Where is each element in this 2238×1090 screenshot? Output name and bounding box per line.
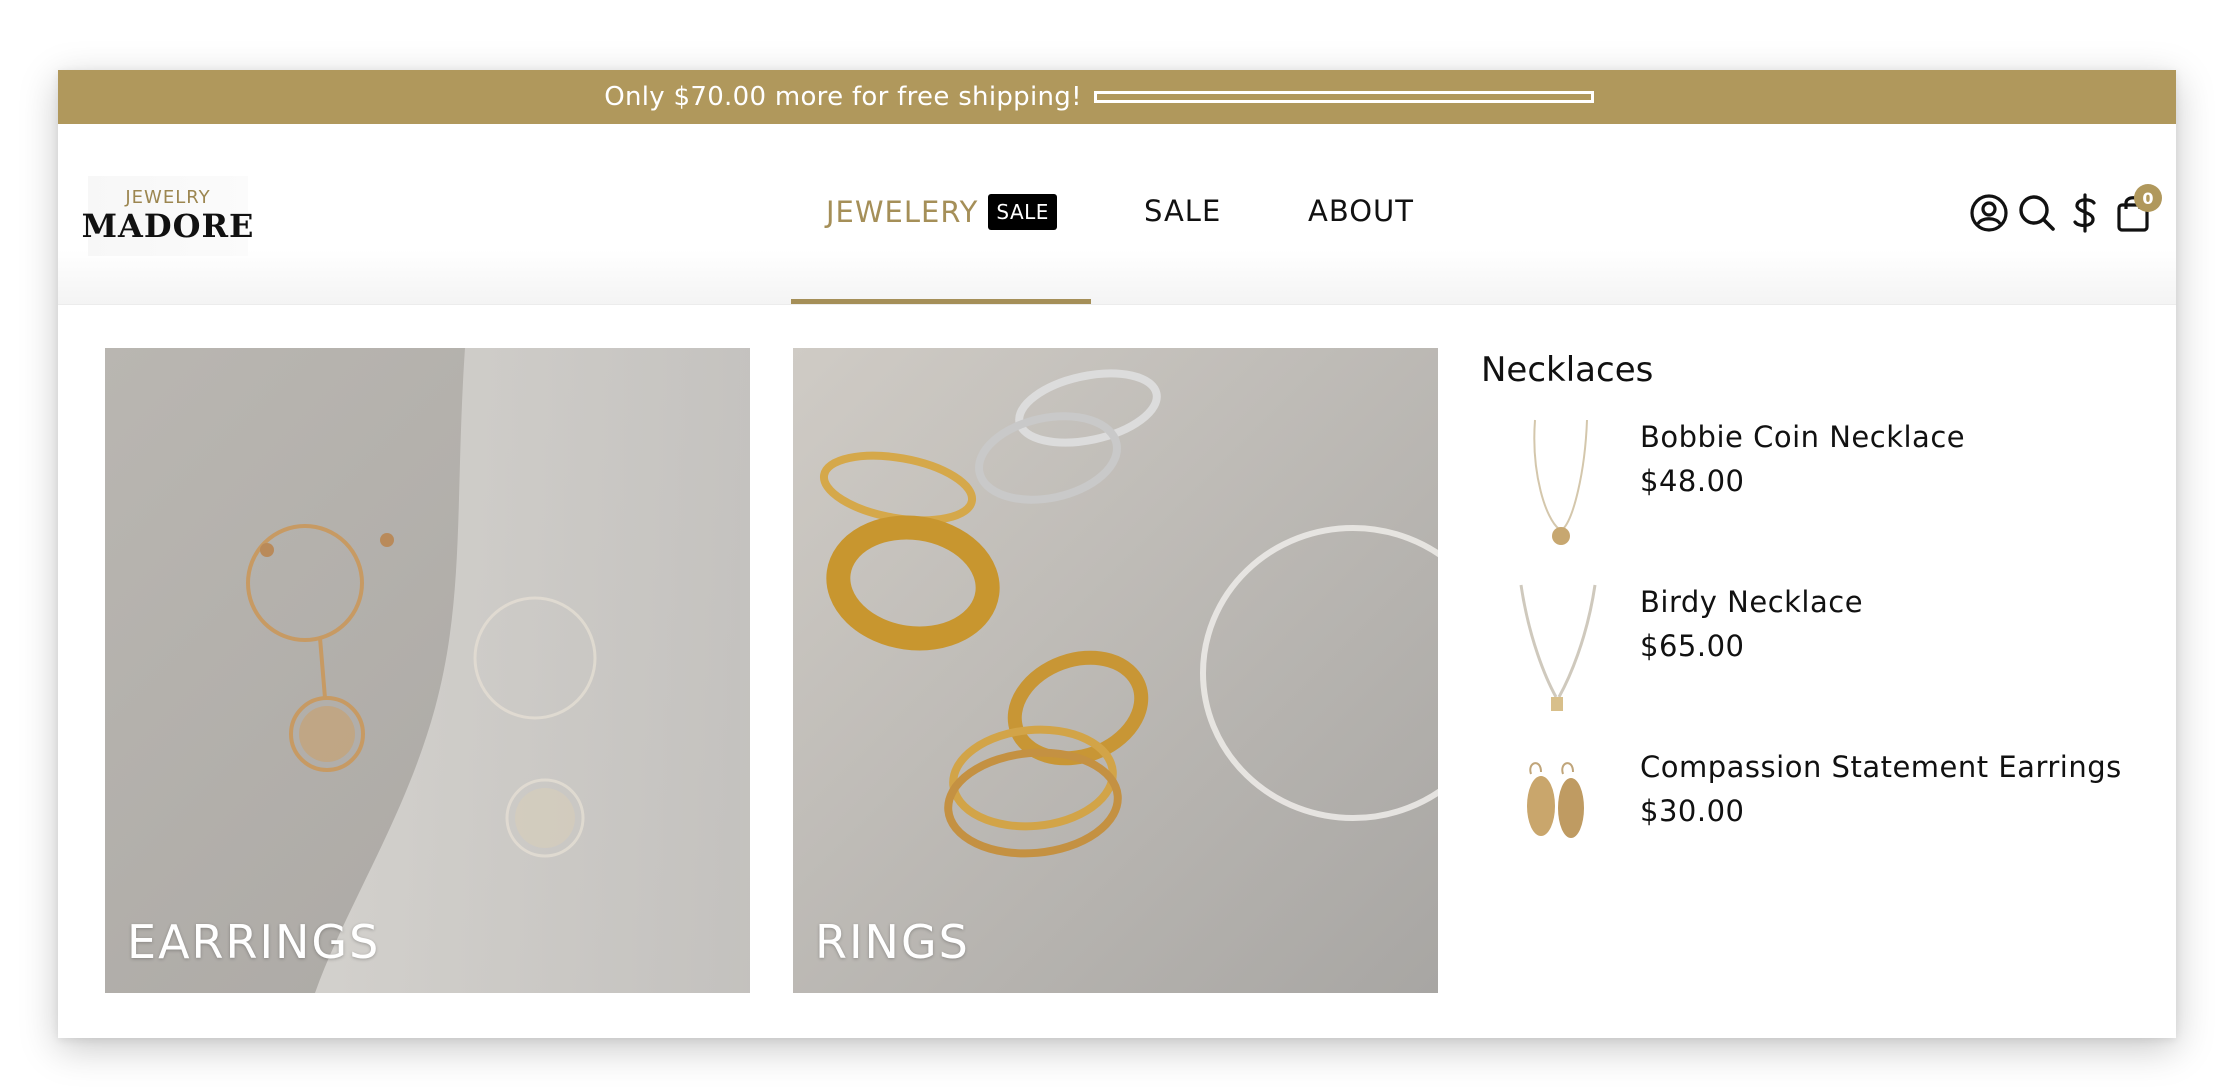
earrings-tile[interactable]: EARRINGS <box>105 348 750 993</box>
product-name: Bobbie Coin Necklace <box>1640 420 1966 454</box>
earrings-label: EARRINGS <box>127 915 381 969</box>
rings-tile[interactable]: RINGS <box>793 348 1438 993</box>
nav-item-label: JEWELERY <box>826 195 979 229</box>
compassion-statement-earrings-image <box>1527 762 1584 838</box>
product-price: $30.00 <box>1640 794 1745 828</box>
product-price: $48.00 <box>1640 464 1745 498</box>
cart-button[interactable]: 0 <box>2110 184 2162 236</box>
currency-icon <box>2073 193 2096 233</box>
account-button[interactable] <box>1966 190 2012 236</box>
free-shipping-text: Only $70.00 more for free shipping! <box>604 82 1082 112</box>
free-shipping-bar: Only $70.00 more for free shipping! <box>58 70 2176 124</box>
nav-item-sale[interactable]: SALE <box>1144 194 1221 228</box>
rings-image <box>793 348 1438 993</box>
active-nav-indicator <box>791 299 1091 304</box>
header-icons: 0 <box>1964 184 2162 236</box>
main-nav: JEWELERY SALE SALE ABOUT <box>58 124 2176 304</box>
product-name: Birdy Necklace <box>1640 585 1864 619</box>
birdy-necklace-image <box>1519 584 1597 711</box>
product-item[interactable]: Compassion Statement Earrings $30.00 <box>1481 728 2131 893</box>
nav-item-jewelery[interactable]: JEWELERY SALE <box>826 194 1057 230</box>
earrings-image <box>105 348 750 993</box>
necklaces-collection: Necklaces Bobbie Coin Necklace $48.00 Bi… <box>1481 348 2131 893</box>
currency-button[interactable] <box>2062 190 2108 236</box>
cart-count-badge: 0 <box>2134 184 2162 212</box>
nav-item-about[interactable]: ABOUT <box>1308 194 1414 228</box>
product-name: Compassion Statement Earrings <box>1640 750 2122 784</box>
nav-item-label: SALE <box>1144 194 1222 228</box>
account-icon <box>1970 194 2008 232</box>
product-price: $65.00 <box>1640 629 1745 663</box>
rings-label: RINGS <box>815 915 970 969</box>
product-item[interactable]: Bobbie Coin Necklace $48.00 <box>1481 398 2131 563</box>
sale-badge: SALE <box>988 194 1057 230</box>
collection-title[interactable]: Necklaces <box>1481 350 2131 390</box>
product-item[interactable]: Birdy Necklace $65.00 <box>1481 563 2131 728</box>
search-icon <box>2019 195 2055 231</box>
site-header: JEWELRY MADORE JEWELERY SALE SALE ABOUT <box>58 124 2176 305</box>
search-button[interactable] <box>2014 190 2060 236</box>
nav-item-label: ABOUT <box>1308 194 1414 228</box>
storefront-window: Only $70.00 more for free shipping! JEWE… <box>58 70 2176 1038</box>
shipping-progress-bar <box>1093 91 1594 103</box>
bobbie-coin-necklace-image <box>1533 419 1588 545</box>
